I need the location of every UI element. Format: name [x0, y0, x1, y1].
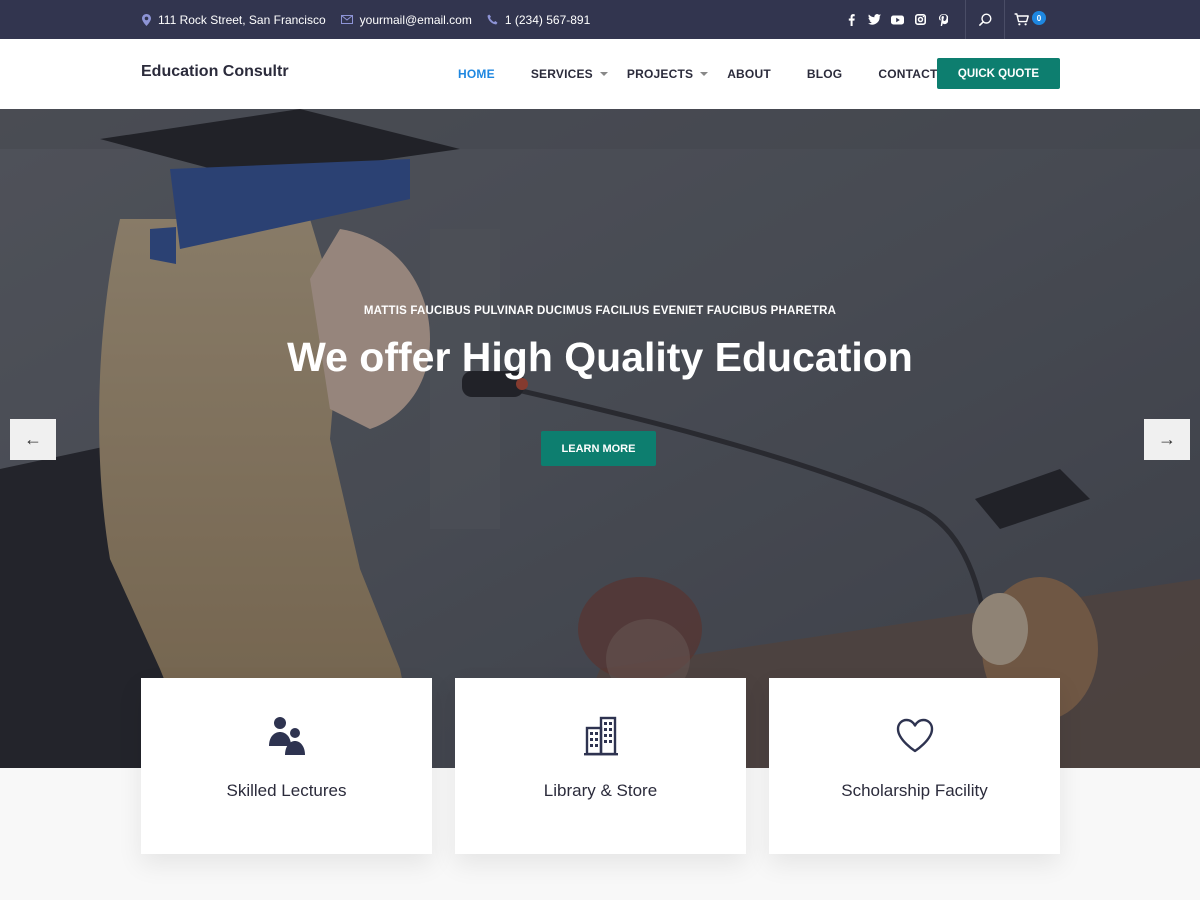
- arrow-left-icon: ←: [24, 429, 42, 449]
- social-links: [845, 0, 950, 39]
- feature-cards: Skilled Lectures Library & Store Scholar…: [141, 678, 1061, 854]
- nav-label: BLOG: [806, 67, 843, 81]
- caret-down-icon: [599, 72, 608, 76]
- address-text: 111 Rock Street, San Francisco: [158, 12, 326, 27]
- phone-text[interactable]: 1 (234) 567-891: [505, 13, 590, 27]
- nav-label: ABOUT: [727, 67, 771, 81]
- feature-card-library-store: Library & Store: [455, 678, 746, 854]
- contact-info: 111 Rock Street, San Francisco yourmail@…: [142, 0, 590, 39]
- email-item[interactable]: yourmail@email.com: [340, 13, 472, 27]
- youtube-icon[interactable]: [891, 13, 904, 26]
- address-item: 111 Rock Street, San Francisco: [142, 13, 326, 27]
- cart-icon: [1014, 13, 1029, 26]
- learn-more-button[interactable]: LEARN MORE: [541, 431, 656, 466]
- topbar-divider: [1004, 0, 1005, 39]
- nav-label: PROJECTS: [626, 67, 694, 81]
- hero-subtitle: MATTIS FAUCIBUS PULVINAR DUCIMUS FACILIU…: [363, 305, 837, 317]
- main-nav: HOME SERVICES PROJECTS ABOUT BLOG CONTAC…: [458, 39, 974, 109]
- feature-label: Scholarship Facility: [841, 781, 988, 800]
- phone-icon: [487, 14, 498, 25]
- nav-label: HOME: [458, 67, 495, 81]
- twitter-icon[interactable]: [868, 13, 881, 26]
- envelope-icon: [340, 15, 353, 24]
- cart-button[interactable]: 0: [1014, 0, 1046, 39]
- search-button[interactable]: [966, 0, 1004, 39]
- pinterest-icon[interactable]: [937, 13, 950, 26]
- nav-about[interactable]: ABOUT: [727, 67, 771, 81]
- feature-card-scholarship-facility: Scholarship Facility: [769, 678, 1060, 854]
- nav-blog[interactable]: BLOG: [807, 67, 842, 81]
- cart-count-badge: 0: [1032, 11, 1046, 25]
- main-header: Education Consultr HOME SERVICES PROJECT…: [0, 39, 1200, 109]
- feature-label: Skilled Lectures: [226, 781, 347, 800]
- facebook-icon[interactable]: [845, 13, 858, 26]
- nav-services[interactable]: SERVICES: [531, 67, 608, 81]
- nav-home[interactable]: HOME: [458, 67, 495, 81]
- site-logo[interactable]: Education Consultr: [141, 39, 289, 109]
- instagram-icon[interactable]: [914, 13, 927, 26]
- people-icon: [141, 714, 432, 758]
- hero-slider: MATTIS FAUCIBUS PULVINAR DUCIMUS FACILIU…: [0, 109, 1200, 768]
- slider-prev-button[interactable]: ←: [10, 419, 56, 460]
- map-pin-icon: [142, 13, 151, 26]
- nav-label: SERVICES: [530, 67, 593, 81]
- building-icon: [455, 714, 746, 758]
- top-bar: 111 Rock Street, San Francisco yourmail@…: [0, 0, 1200, 39]
- heart-icon: [769, 714, 1060, 758]
- search-icon: [978, 13, 992, 26]
- slider-next-button[interactable]: →: [1144, 419, 1190, 460]
- arrow-right-icon: →: [1158, 429, 1176, 449]
- nav-label: CONTACT: [878, 67, 938, 81]
- quick-quote-button[interactable]: QUICK QUOTE: [937, 58, 1060, 89]
- caret-down-icon: [700, 72, 709, 76]
- nav-contact[interactable]: CONTACT: [878, 67, 937, 81]
- phone-item[interactable]: 1 (234) 567-891: [487, 13, 590, 27]
- hero-title: We offer High Quality Education: [287, 334, 913, 380]
- email-text[interactable]: yourmail@email.com: [360, 13, 472, 27]
- feature-label: Library & Store: [543, 781, 658, 800]
- feature-card-skilled-lectures: Skilled Lectures: [141, 678, 432, 854]
- nav-projects[interactable]: PROJECTS: [626, 67, 709, 81]
